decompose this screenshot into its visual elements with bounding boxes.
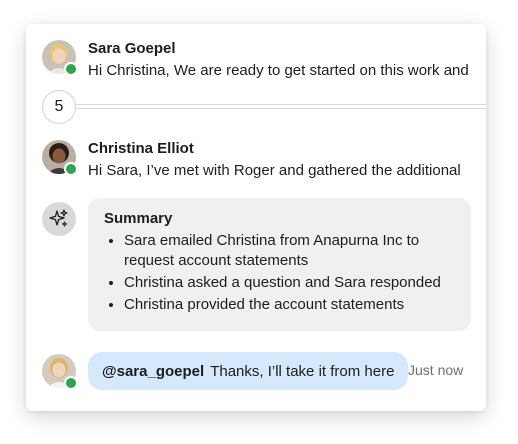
summary-item: Sara emailed Christina from Anapurna Inc… xyxy=(124,231,455,271)
message-preview[interactable]: Hi Sara, I’ve met with Roger and gathere… xyxy=(88,162,478,179)
summary-list: Sara emailed Christina from Anapurna Inc… xyxy=(104,231,455,315)
reply-message[interactable]: @sara_goepel Thanks, I’ll take it from h… xyxy=(88,352,409,390)
collapsed-messages-stack[interactable] xyxy=(76,104,486,109)
christina-elliot-avatar[interactable] xyxy=(42,140,78,176)
user-mention[interactable]: @sara_goepel xyxy=(102,363,204,380)
presence-indicator xyxy=(64,162,78,176)
sara-goepel-avatar[interactable] xyxy=(42,40,78,76)
summary-item: Christina asked a question and Sara resp… xyxy=(124,273,455,293)
current-user-avatar[interactable] xyxy=(42,354,78,390)
message-timestamp: Just now xyxy=(408,362,464,378)
conversation-card: Sara Goepel Hi Christina, We are ready t… xyxy=(26,24,486,411)
sender-name: Sara Goepel xyxy=(88,40,176,57)
message-preview[interactable]: Hi Christina, We are ready to get starte… xyxy=(88,62,478,79)
sparkles-icon xyxy=(42,202,76,236)
presence-indicator xyxy=(64,376,78,390)
sender-name: Christina Elliot xyxy=(88,140,194,157)
summary-title: Summary xyxy=(104,210,173,227)
reply-text: Thanks, I’ll take it from here xyxy=(210,362,395,380)
ai-summary-box: Summary Sara emailed Christina from Anap… xyxy=(88,198,471,331)
summary-item: Christina provided the account statement… xyxy=(124,295,455,315)
presence-indicator xyxy=(64,62,78,76)
collapsed-messages-count[interactable]: 5 xyxy=(42,90,76,124)
